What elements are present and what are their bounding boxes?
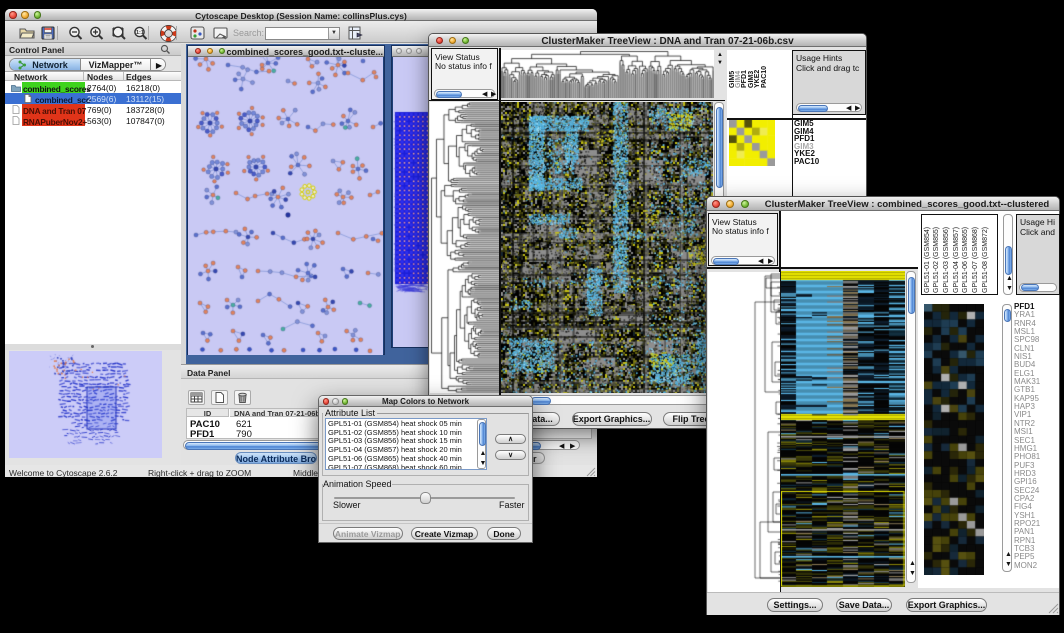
svg-text:1:1: 1:1 [136, 30, 144, 36]
